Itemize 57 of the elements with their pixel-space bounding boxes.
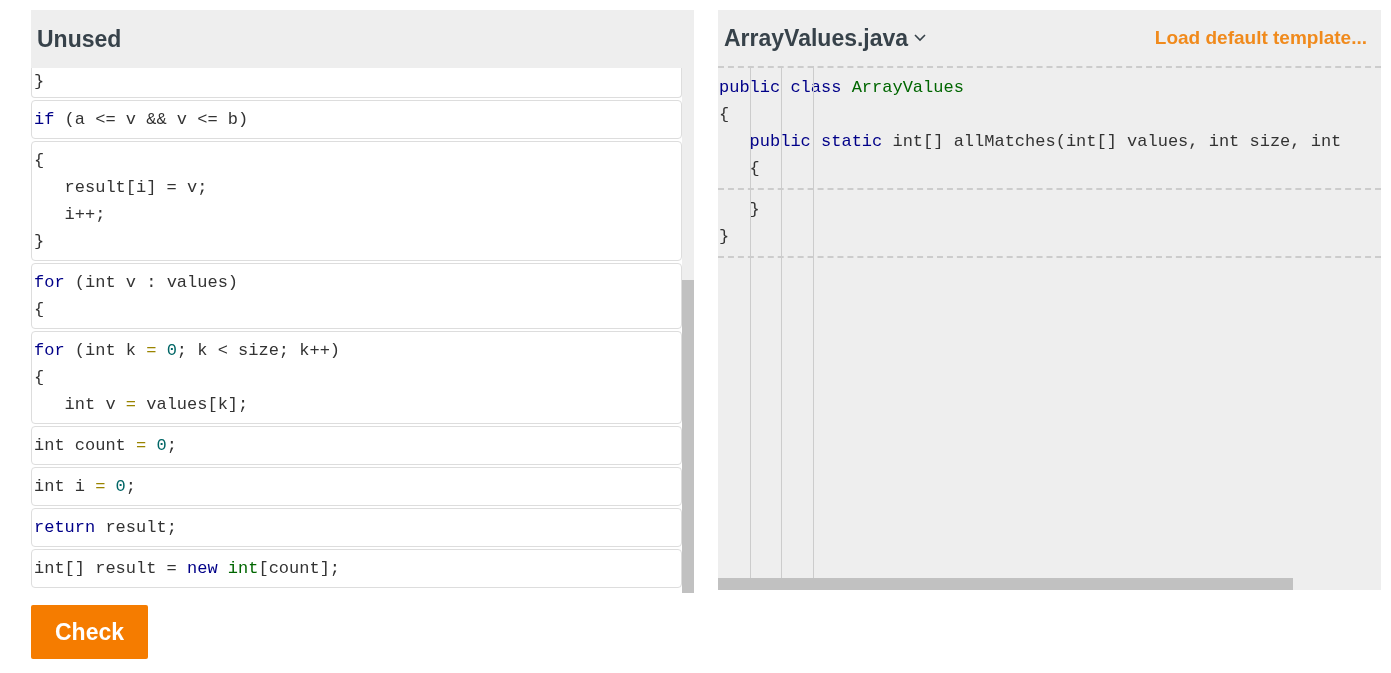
- code-token: {: [34, 151, 45, 170]
- code-token: i++;: [63, 205, 106, 224]
- panel-title: Unused: [37, 24, 122, 54]
- code-token: {: [719, 105, 730, 124]
- code-token: result[i] = v;: [63, 178, 208, 197]
- code-block[interactable]: return result;: [31, 508, 682, 547]
- code-token: for: [34, 273, 65, 292]
- code-block[interactable]: if (a <= v && v <= b): [31, 100, 682, 139]
- code-token: int: [226, 559, 259, 578]
- file-dropdown[interactable]: ArrayValues.java: [724, 20, 927, 56]
- code-block[interactable]: int i = 0;: [31, 467, 682, 506]
- code-token: int v: [63, 395, 117, 414]
- code-token: int[] allMatches(int[] values, int size, int: [891, 132, 1342, 151]
- code-block[interactable]: { result[i] = v; i++; }: [31, 141, 682, 261]
- code-token: =: [146, 341, 157, 360]
- code-token: public: [748, 132, 811, 151]
- code-token: int[] result =: [34, 559, 178, 578]
- code-token: (a <= v && v <= b): [63, 110, 249, 129]
- code-token: static: [820, 132, 883, 151]
- code-token: }: [34, 232, 45, 251]
- code-token: new: [187, 559, 218, 578]
- code-token: 0: [114, 477, 126, 496]
- code-token: 0: [155, 436, 167, 455]
- code-token: int count: [34, 436, 127, 455]
- code-token: (int k: [73, 341, 138, 360]
- code-token: class: [789, 78, 842, 97]
- code-token: =: [95, 477, 106, 496]
- scrollbar-thumb[interactable]: [682, 280, 694, 593]
- code-token: ; k < size; k++): [176, 341, 341, 360]
- code-token: }: [719, 227, 730, 246]
- code-token: result;: [104, 518, 177, 537]
- code-token: for: [34, 341, 65, 360]
- chevron-down-icon: [914, 34, 927, 42]
- code-token: ArrayValues: [850, 78, 964, 97]
- code-block[interactable]: int count = 0;: [31, 426, 682, 465]
- code-editor[interactable]: public class ArrayValues { public static int[] allMatches(int[] values, int size, int { } }: [718, 66, 1381, 590]
- code-token: values[k];: [145, 395, 249, 414]
- code-token: {: [748, 159, 760, 178]
- code-block[interactable]: for (int k = 0; k < size; k++) { int v = values[k];: [31, 331, 682, 424]
- code-token: return: [34, 518, 96, 537]
- code-token: ;: [125, 477, 137, 496]
- code-token: =: [136, 436, 147, 455]
- code-token: 0: [165, 341, 177, 360]
- code-token: }: [748, 200, 760, 219]
- code-token: }: [34, 72, 45, 91]
- code-token: [count];: [258, 559, 341, 578]
- code-token: ;: [166, 436, 177, 455]
- code-token: int i: [34, 477, 86, 496]
- code-block[interactable]: for (int v : values) {: [31, 263, 682, 329]
- code-token: {: [34, 300, 45, 319]
- code-block[interactable]: }: [31, 68, 682, 98]
- code-token: if: [34, 110, 55, 129]
- code-token: {: [34, 368, 45, 387]
- code-token: (int v : values): [73, 273, 239, 292]
- code-token: =: [125, 395, 137, 414]
- code-token: public: [719, 78, 781, 97]
- code-block[interactable]: int[] result = new int[count];: [31, 549, 682, 588]
